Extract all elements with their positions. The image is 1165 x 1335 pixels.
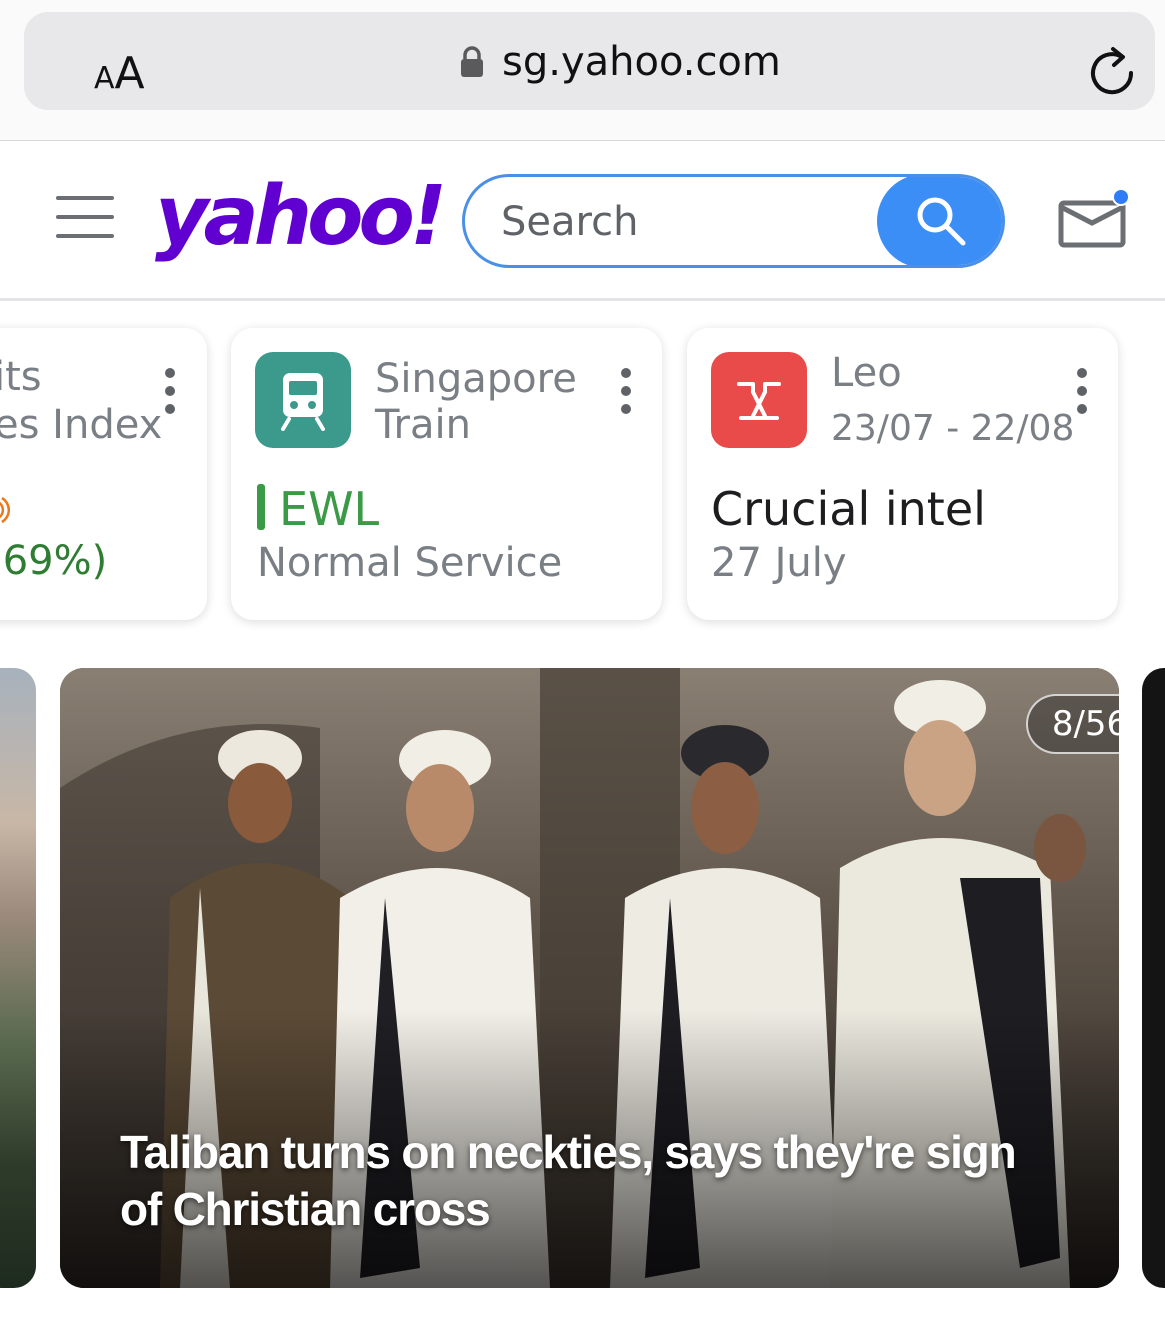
stocks-card[interactable]: its es Index .69%) (0, 328, 207, 620)
horoscope-card[interactable]: Leo 23/07 - 22/08 Crucial intel 27 July (687, 328, 1118, 620)
search-button[interactable] (877, 177, 1002, 265)
address-bar[interactable]: AA sg.yahoo.com (24, 12, 1155, 110)
next-story-card[interactable] (1142, 668, 1165, 1288)
card-title-line2: es Index (0, 402, 163, 448)
train-line-code: EWL (279, 482, 380, 536)
url-text: sg.yahoo.com (502, 39, 781, 85)
train-line-status: Normal Service (257, 540, 563, 586)
hero-story-card[interactable]: 8/56 Taliban turns on neckties, says the… (60, 668, 1119, 1288)
horoscope-headline: Crucial intel (711, 482, 986, 536)
hamburger-menu-icon[interactable] (56, 196, 114, 238)
hero-headline[interactable]: Taliban turns on neckties, says they're … (120, 1124, 1020, 1238)
url-display[interactable]: sg.yahoo.com (460, 39, 781, 85)
stock-change-value: .69%) (0, 538, 108, 584)
widget-carousel: its es Index .69%) Singapore Train EWL N… (0, 304, 1165, 644)
train-app-icon (255, 352, 351, 448)
text-size-big-glyph: A (114, 48, 145, 99)
more-options-icon[interactable] (621, 368, 631, 416)
more-options-icon[interactable] (1077, 368, 1087, 416)
zodiac-sign: Leo (831, 350, 902, 396)
card-title-line1: Singapore (375, 356, 577, 402)
yahoo-logo[interactable]: yahoo! (155, 169, 447, 264)
zodiac-date-range: 23/07 - 22/08 (831, 408, 1075, 449)
text-size-button[interactable]: AA (94, 48, 145, 99)
leo-icon (737, 382, 781, 420)
search-box[interactable] (462, 174, 1005, 268)
site-header: yahoo! (0, 141, 1165, 301)
train-icon (281, 373, 325, 431)
slide-counter: 8/56 (1026, 694, 1119, 754)
live-signal-icon (0, 496, 10, 524)
notification-dot (1112, 189, 1128, 206)
horoscope-app-icon (711, 352, 807, 448)
card-title-line1: its (0, 354, 42, 400)
browser-toolbar: AA sg.yahoo.com (0, 0, 1165, 141)
lock-icon (461, 46, 483, 77)
reload-icon[interactable] (1086, 46, 1138, 98)
text-size-small-glyph: A (94, 61, 115, 96)
more-options-icon[interactable] (165, 368, 175, 416)
search-icon (917, 197, 966, 246)
search-input[interactable] (501, 195, 881, 249)
line-color-bar (257, 484, 265, 530)
card-title-line2: Train (375, 402, 471, 448)
previous-story-card[interactable] (0, 668, 36, 1288)
horoscope-date: 27 July (711, 540, 847, 586)
train-card[interactable]: Singapore Train EWL Normal Service (231, 328, 662, 620)
mail-icon[interactable] (1058, 189, 1128, 249)
